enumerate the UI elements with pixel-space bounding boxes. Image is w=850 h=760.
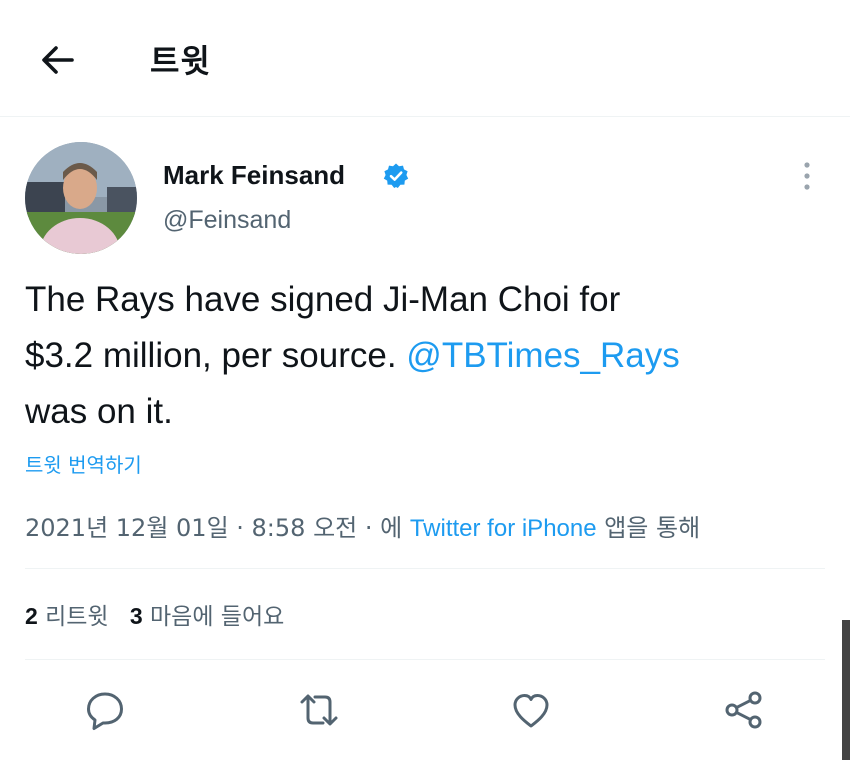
source-suffix: 앱을 통해 <box>596 514 701 542</box>
translate-tweet-link[interactable]: 트윗 번역하기 <box>25 449 142 478</box>
retweet-label: 리트윗 <box>45 604 109 630</box>
reply-icon <box>87 692 123 730</box>
reply-button[interactable] <box>81 686 129 734</box>
scrollbar[interactable] <box>842 620 850 760</box>
arrow-left-icon <box>42 46 74 74</box>
avatar-photo <box>25 142 137 254</box>
more-button[interactable] <box>795 160 819 194</box>
like-button[interactable] <box>507 686 555 734</box>
more-vertical-icon <box>804 162 810 190</box>
verified-badge-icon <box>383 163 409 188</box>
share-icon <box>725 691 762 729</box>
tweet-text-line: The Rays have signed Ji-Man Choi for <box>25 280 621 319</box>
retweet-icon <box>300 694 338 726</box>
like-stat[interactable]: 3 마음에 들어요 <box>129 603 285 630</box>
avatar[interactable] <box>25 142 137 254</box>
like-label: 마음에 들어요 <box>150 604 285 630</box>
page-title: 트윗 <box>150 42 211 80</box>
heart-icon <box>513 694 549 728</box>
retweet-button[interactable] <box>295 686 343 734</box>
header-divider <box>0 116 850 117</box>
stats-divider <box>25 659 825 660</box>
back-button[interactable] <box>38 40 78 80</box>
author-name[interactable]: Mark Feinsand <box>163 160 345 191</box>
mention-link[interactable]: @TBTimes_Rays <box>406 336 679 375</box>
tweet-text-segment: $3.2 million, per source. <box>25 336 407 375</box>
top-bar: 트윗 <box>0 0 850 116</box>
retweet-stat[interactable]: 2 리트윗 <box>25 603 109 630</box>
author-handle[interactable]: @Feinsand <box>163 206 291 235</box>
engagement-stats: 2 리트윗 3 마음에 들어요 <box>25 597 298 631</box>
timestamp[interactable]: 2021년 12월 01일 · 8:58 오전 · 에 <box>25 514 410 542</box>
tweet-text-line: $3.2 million, per source. @TBTimes_Rays <box>25 328 825 384</box>
retweet-count: 2 <box>25 603 38 629</box>
meta-divider <box>25 568 825 569</box>
share-button[interactable] <box>719 686 767 734</box>
tweet-text: The Rays have signed Ji-Man Choi for $3.… <box>25 272 825 440</box>
tweet-text-line: was on it. <box>25 392 173 431</box>
source-link[interactable]: Twitter for iPhone <box>410 515 597 542</box>
like-count: 3 <box>129 603 143 629</box>
tweet-metadata: 2021년 12월 01일 · 8:58 오전 · 에 Twitter for … <box>25 508 700 543</box>
